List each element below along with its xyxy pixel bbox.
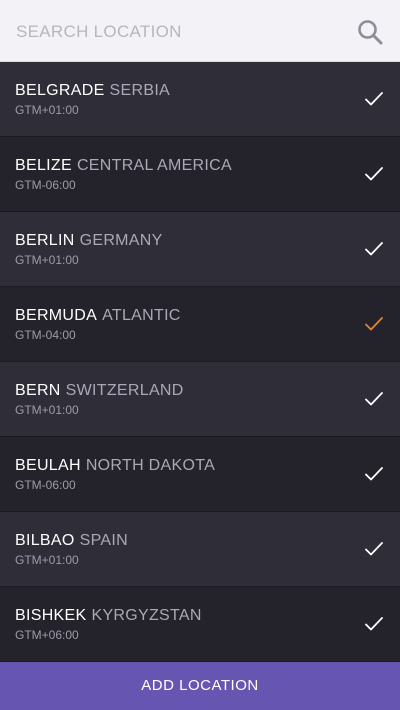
location-title: BERN SWITZERLAND	[15, 381, 184, 401]
checkmark-icon[interactable]	[364, 615, 384, 633]
location-title: BERLIN GERMANY	[15, 231, 163, 251]
location-region: ATLANTIC	[102, 307, 181, 324]
location-text: BILBAO SPAIN GTM+01:00	[15, 531, 128, 567]
location-title: BEULAH NORTH DAKOTA	[15, 456, 215, 476]
checkmark-icon[interactable]	[364, 465, 384, 483]
location-title: BISHKEK KYRGYZSTAN	[15, 606, 202, 626]
add-location-button[interactable]: ADD LOCATION	[0, 662, 400, 710]
location-title: BELIZE CENTRAL AMERICA	[15, 156, 232, 176]
location-timezone: GTM+01:00	[15, 553, 79, 567]
location-title: BILBAO SPAIN	[15, 531, 128, 551]
location-text: BELGRADE SERBIA GTM+01:00	[15, 81, 170, 117]
location-row[interactable]: BILBAO SPAIN GTM+01:00	[0, 512, 400, 587]
location-region: CENTRAL AMERICA	[76, 157, 232, 174]
location-city: BEULAH	[15, 457, 81, 474]
location-city: BERN	[15, 382, 61, 399]
location-timezone: GTM+01:00	[15, 103, 79, 117]
location-text: BERN SWITZERLAND GTM+01:00	[15, 381, 184, 417]
location-region: KYRGYZSTAN	[91, 607, 202, 624]
location-list: BELGRADE SERBIA GTM+01:00 BELIZE CENTRAL AME…	[0, 62, 400, 662]
checkmark-icon[interactable]	[364, 90, 384, 108]
location-timezone: GTM+06:00	[15, 628, 79, 642]
location-region: SPAIN	[79, 532, 128, 549]
location-city: BILBAO	[15, 532, 75, 549]
search-icon[interactable]	[356, 18, 384, 46]
checkmark-icon[interactable]	[364, 390, 384, 408]
location-timezone: GTM-06:00	[15, 178, 76, 192]
location-text: BEULAH NORTH DAKOTA GTM-06:00	[15, 456, 215, 492]
location-row[interactable]: BERMUDA ATLANTIC GTM-04:00	[0, 287, 400, 362]
location-timezone: GTM+01:00	[15, 253, 79, 267]
checkmark-icon[interactable]	[364, 315, 384, 333]
location-row[interactable]: BERLIN GERMANY GTM+01:00	[0, 212, 400, 287]
location-timezone: GTM-04:00	[15, 328, 76, 342]
location-text: BERLIN GERMANY GTM+01:00	[15, 231, 163, 267]
location-city: BELIZE	[15, 157, 72, 174]
location-row[interactable]: BERN SWITZERLAND GTM+01:00	[0, 362, 400, 437]
checkmark-icon[interactable]	[364, 240, 384, 258]
location-text: BISHKEK KYRGYZSTAN GTM+06:00	[15, 606, 202, 642]
location-text: BELIZE CENTRAL AMERICA GTM-06:00	[15, 156, 232, 192]
location-city: BERMUDA	[15, 307, 98, 324]
location-row[interactable]: BISHKEK KYRGYZSTAN GTM+06:00	[0, 587, 400, 662]
location-region: NORTH DAKOTA	[85, 457, 216, 474]
checkmark-icon[interactable]	[364, 540, 384, 558]
location-picker-screen: BELGRADESERBIA GTM+01:00 BELIZECENTRAL AME…	[0, 0, 400, 710]
location-title: BERMUDA ATLANTIC	[15, 306, 181, 326]
location-city: BERLIN	[15, 232, 75, 249]
search-input[interactable]	[16, 18, 336, 46]
checkmark-icon[interactable]	[364, 165, 384, 183]
location-timezone: GTM-06:00	[15, 478, 76, 492]
location-row[interactable]: BELIZE CENTRAL AMERICA GTM-06:00	[0, 137, 400, 212]
location-region: GERMANY	[79, 232, 163, 249]
location-region: SWITZERLAND	[65, 382, 184, 399]
location-timezone: GTM+01:00	[15, 403, 79, 417]
search-bar	[0, 0, 400, 62]
location-city: BISHKEK	[15, 607, 87, 624]
location-row[interactable]: BELGRADE SERBIA GTM+01:00	[0, 62, 400, 137]
location-city: BELGRADE	[15, 82, 105, 99]
location-title: BELGRADE SERBIA	[15, 81, 170, 101]
location-text: BERMUDA ATLANTIC GTM-04:00	[15, 306, 181, 342]
location-row[interactable]: BEULAH NORTH DAKOTA GTM-06:00	[0, 437, 400, 512]
location-region: SERBIA	[109, 82, 171, 99]
